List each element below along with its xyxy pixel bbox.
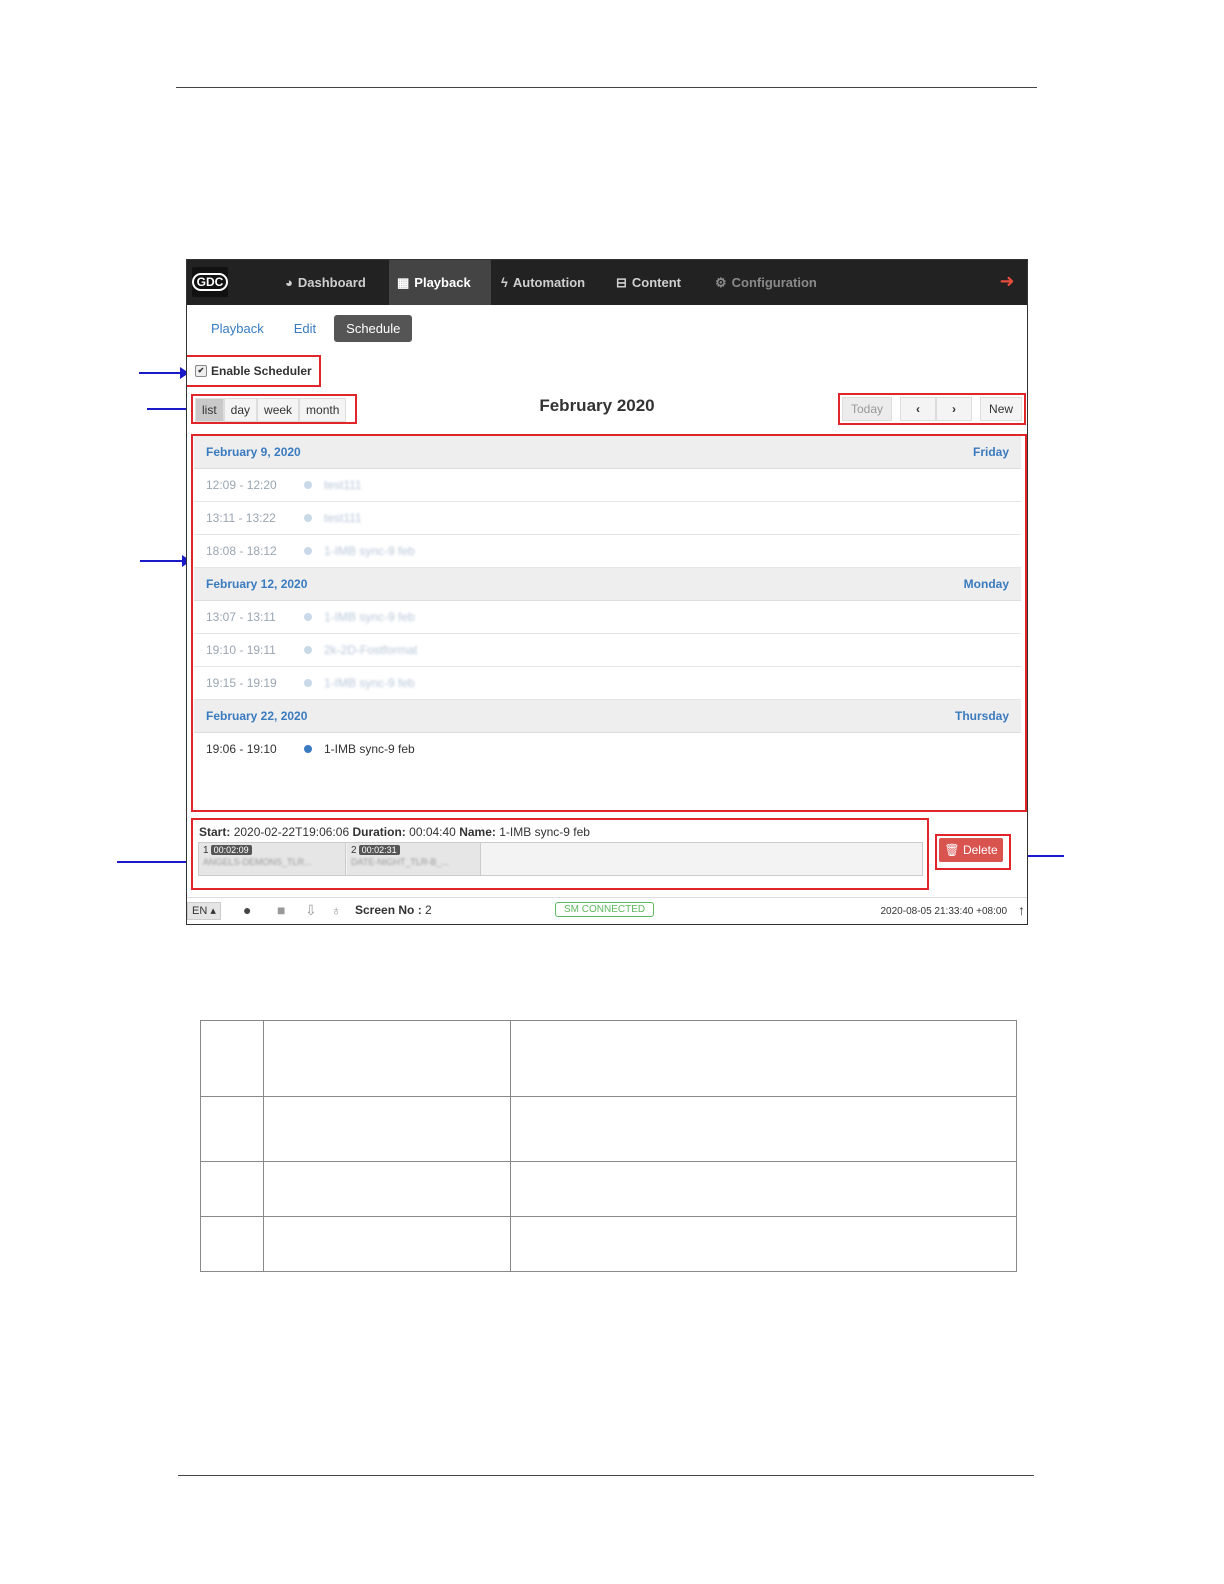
event-dot-icon: [304, 613, 312, 621]
event-row[interactable]: 13:11 - 13:22 test111: [194, 502, 1021, 535]
nav-dashboard[interactable]: ◕ Dashboard: [277, 260, 374, 305]
clip-block[interactable]: 1 00:02:09 ANGELS-DEMONS_TLR...: [199, 843, 346, 875]
event-detail: Start: 2020-02-22T19:06:06 Duration: 00:…: [199, 825, 590, 839]
next-button[interactable]: ›: [936, 397, 973, 421]
callout-arrow: [140, 555, 191, 567]
description-table: [200, 1020, 1017, 1272]
stethoscope-icon: ♁: [331, 902, 342, 918]
footer-rule: [178, 1475, 1034, 1476]
header-rule: [176, 87, 1037, 88]
bolt-icon: ϟ: [501, 275, 508, 290]
day-header: February 22, 2020 Thursday: [194, 700, 1021, 733]
callout-arrow: [139, 367, 189, 379]
user-icon[interactable]: ●: [243, 902, 251, 918]
nav-content[interactable]: ⊟ Content: [608, 260, 689, 305]
language-select[interactable]: EN ▴: [187, 902, 221, 920]
app-screenshot: GDC ◕ Dashboard ▦ Playback ϟ Automation …: [186, 259, 1028, 925]
dashboard-icon: ◕: [285, 275, 293, 290]
event-row[interactable]: 19:10 - 19:11 2k-2D-Fostformat: [194, 634, 1021, 667]
event-row[interactable]: 13:07 - 13:11 1-IMB sync-9 feb: [194, 601, 1021, 634]
logout-icon[interactable]: ➜: [997, 271, 1017, 291]
event-dot-icon: [304, 547, 312, 555]
event-row[interactable]: 18:08 - 18:12 1-IMB sync-9 feb: [194, 535, 1021, 568]
film-icon: ▦: [397, 275, 410, 290]
event-row-selected[interactable]: 19:06 - 19:10 1-IMB sync-9 feb: [194, 733, 1021, 765]
enable-scheduler[interactable]: ✔ Enable Scheduler: [195, 364, 312, 378]
arrow-up-icon[interactable]: ↑: [1018, 902, 1025, 918]
event-row[interactable]: 19:15 - 19:19 1-IMB sync-9 feb: [194, 667, 1021, 700]
event-row[interactable]: 12:09 - 12:20 test111: [194, 469, 1021, 502]
today-button[interactable]: Today: [842, 397, 893, 421]
delete-button[interactable]: 🗑 Delete: [939, 838, 1003, 862]
enable-scheduler-checkbox[interactable]: ✔: [195, 365, 207, 377]
hdd-icon: ⊟: [616, 275, 627, 290]
prev-button[interactable]: ‹: [900, 397, 937, 421]
day-header: February 9, 2020 Friday: [194, 436, 1021, 469]
new-button[interactable]: New: [980, 397, 1023, 421]
gears-icon: ⚙: [715, 275, 727, 290]
nav-playback[interactable]: ▦ Playback: [389, 260, 491, 305]
event-list: February 9, 2020 Friday 12:09 - 12:20 test…: [194, 436, 1021, 765]
sm-status-badge: SM CONNECTED: [555, 902, 655, 917]
clock: 2020-08-05 21:33:40 +08:00: [880, 906, 1008, 917]
event-dot-icon: [304, 514, 312, 522]
top-navbar: GDC ◕ Dashboard ▦ Playback ϟ Automation …: [187, 260, 1027, 305]
subtabs: Playback Edit Schedule: [199, 314, 413, 342]
clip-block[interactable]: 2 00:02:31 DATE-NIGHT_TLR-B_...: [347, 843, 481, 875]
clip-timeline: 1 00:02:09 ANGELS-DEMONS_TLR... 2 00:02:31…: [198, 842, 923, 876]
event-dot-icon: [304, 481, 312, 489]
event-dot-icon: [304, 646, 312, 654]
nav-automation[interactable]: ϟ Automation: [493, 260, 593, 305]
event-dot-icon: [304, 679, 312, 687]
calendar-nav: Today ‹ › New: [842, 397, 1023, 421]
event-dot-icon: [304, 745, 312, 753]
nav-configuration[interactable]: ⚙ Configuration: [707, 260, 825, 305]
callout-arrow: [117, 856, 199, 868]
status-bar: EN ▴ ● ■ ⇩ ♁ Screen No : 2 SM CONNECTED …: [187, 897, 1027, 924]
tab-schedule[interactable]: Schedule: [334, 314, 413, 342]
tab-edit[interactable]: Edit: [282, 315, 328, 342]
screen-number: Screen No : 2: [355, 903, 432, 917]
camera-icon: ■: [277, 902, 286, 918]
day-header: February 12, 2020 Monday: [194, 568, 1021, 601]
tab-playback[interactable]: Playback: [199, 315, 276, 342]
download-icon: ⇩: [305, 902, 317, 918]
trash-icon: 🗑: [944, 843, 960, 857]
